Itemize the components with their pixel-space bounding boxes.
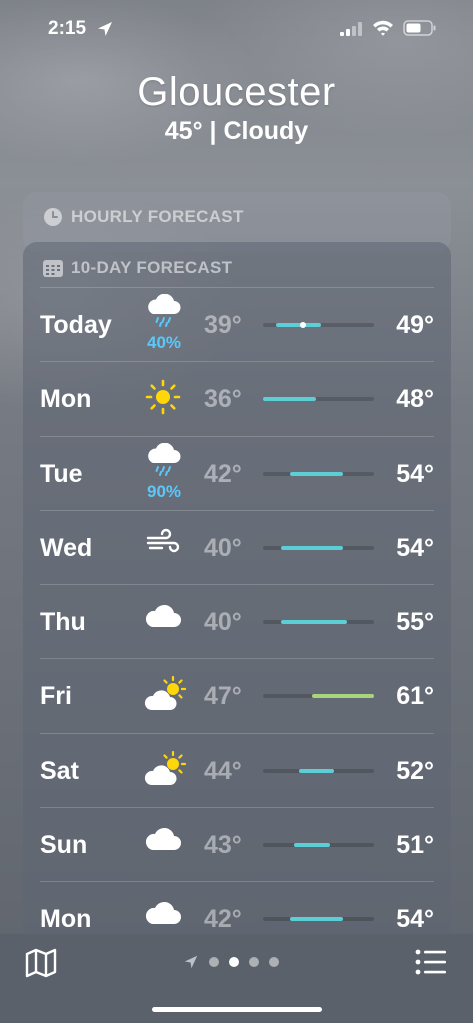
forecast-day: Sat (40, 756, 79, 785)
forecast-row[interactable]: Fri 47° 61° (40, 658, 434, 732)
forecast-day: Sun (40, 831, 88, 860)
forecast-row[interactable]: Wed 40° 54° (40, 509, 434, 584)
page-indicator[interactable] (183, 954, 279, 970)
temperature-range-bar (289, 917, 343, 922)
home-indicator (152, 1007, 322, 1012)
temperature-range-track (263, 768, 374, 773)
temperature-range-track (263, 843, 374, 848)
location-header: Gloucester 45° | Cloudy (0, 70, 473, 146)
bottom-toolbar (0, 934, 473, 1023)
high-temperature: 54° (396, 533, 434, 562)
forecast-rows: Today 40% 39° 49° Mon 36° 48° Tue 90% 42° 54° Wed 40… (40, 287, 434, 956)
forecast-row[interactable]: Tue 90% 42° 54° (40, 435, 434, 510)
temperature-range-track (263, 322, 374, 328)
location-arrow-icon (184, 955, 198, 969)
status-time: 2:15 (48, 18, 87, 39)
weather-condition (140, 665, 187, 725)
list-icon[interactable] (415, 948, 447, 976)
forecast-day: Today (40, 311, 112, 339)
low-temperature: 36° (204, 385, 242, 414)
forecast-row[interactable]: Sat 44° 52° (40, 732, 434, 807)
high-temperature: 49° (396, 311, 434, 339)
page-dot[interactable] (269, 957, 279, 967)
high-temperature: 51° (396, 831, 434, 860)
hourly-forecast-title: HOURLY FORECAST (71, 207, 244, 226)
high-temperature: 54° (396, 459, 434, 488)
weather-condition: 40% (140, 294, 186, 354)
battery-icon (403, 20, 436, 36)
low-temperature: 44° (204, 756, 242, 785)
page-dot[interactable] (209, 957, 219, 967)
current-conditions: 45° | Cloudy (164, 117, 309, 145)
ten-day-forecast-title: 10-DAY FORECAST (71, 258, 233, 277)
precipitation-chance: 90% (146, 481, 182, 501)
temperature-range-bar (311, 694, 374, 699)
forecast-day: Tue (40, 459, 83, 488)
map-icon[interactable] (25, 948, 57, 978)
weather-condition (140, 517, 186, 577)
low-temperature: 39° (204, 311, 242, 339)
temperature-range-track (263, 694, 374, 699)
page-dot[interactable] (229, 957, 239, 967)
calendar-icon (43, 260, 63, 277)
temperature-range-track (263, 471, 374, 476)
forecast-day: Thu (40, 608, 86, 637)
forecast-row[interactable]: Sun 43° 51° (40, 807, 434, 881)
temperature-range-bar (263, 397, 317, 402)
forecast-day: Fri (40, 682, 72, 711)
status-bar: 2:15 (0, 0, 473, 58)
high-temperature: 55° (396, 608, 434, 637)
temperature-range-bar (289, 471, 343, 476)
temperature-range-track (263, 620, 374, 625)
forecast-row[interactable]: Mon 36° 48° (40, 361, 434, 435)
forecast-row[interactable]: Thu 40° 55° (40, 584, 434, 658)
wifi-icon (373, 20, 393, 36)
city-name: Gloucester (137, 70, 336, 114)
location-arrow-icon (98, 22, 112, 36)
temperature-range-track (263, 397, 374, 402)
temperature-range-track (263, 545, 374, 550)
hourly-forecast-header: HOURLY FORECAST (43, 207, 244, 227)
weather-condition (140, 591, 186, 651)
high-temperature: 52° (396, 756, 434, 785)
weather-condition: 90% (140, 442, 186, 503)
low-temperature: 40° (204, 608, 242, 637)
forecast-day: Wed (40, 533, 93, 562)
weather-condition (140, 814, 186, 874)
temperature-range-bar (294, 843, 330, 848)
low-temperature: 42° (204, 459, 242, 488)
high-temperature: 48° (396, 385, 434, 414)
low-temperature: 40° (204, 533, 242, 562)
temperature-range-bar (276, 323, 321, 327)
ten-day-forecast-header: 10-DAY FORECAST (43, 258, 232, 278)
low-temperature: 43° (204, 831, 242, 860)
page-dot[interactable] (249, 957, 259, 967)
forecast-row[interactable]: Today 40% 39° 49° (40, 287, 434, 361)
precipitation-chance: 40% (146, 333, 182, 352)
weather-condition (140, 368, 186, 428)
weather-condition (140, 740, 187, 800)
forecast-day: Mon (40, 905, 92, 934)
ten-day-forecast-card[interactable]: 10-DAY FORECAST Today 40% 39° 49° Mon 36° 48° T… (23, 242, 451, 962)
clock-icon (44, 208, 62, 226)
current-temperature-dot (299, 322, 306, 328)
temperature-range-track (263, 917, 374, 922)
forecast-day: Mon (40, 385, 92, 414)
low-temperature: 42° (204, 905, 242, 934)
temperature-range-bar (298, 768, 335, 773)
high-temperature: 61° (396, 682, 434, 711)
temperature-range-bar (280, 620, 348, 625)
cellular-signal-icon (340, 22, 362, 36)
high-temperature: 54° (396, 905, 434, 934)
temperature-range-bar (280, 545, 343, 550)
low-temperature: 47° (204, 682, 242, 711)
